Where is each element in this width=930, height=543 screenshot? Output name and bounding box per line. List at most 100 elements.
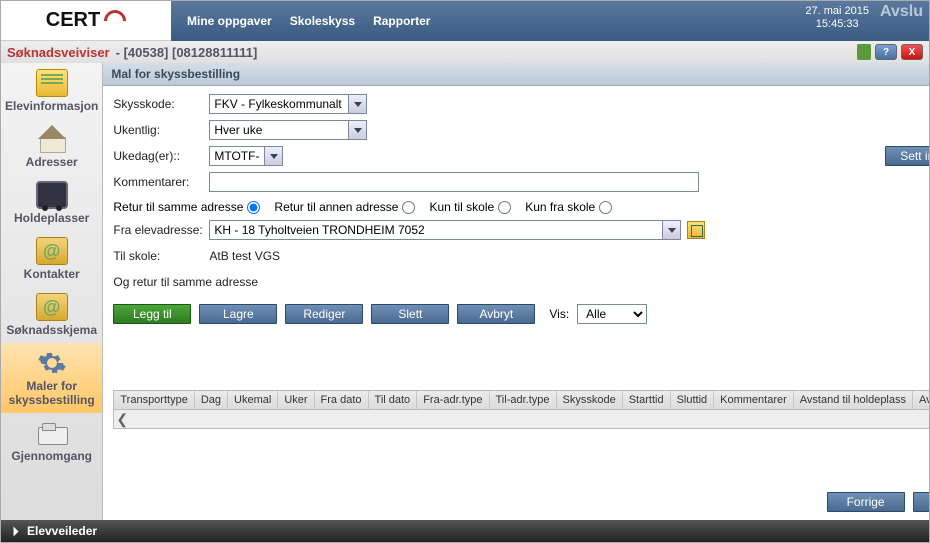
- bus-icon: [36, 181, 68, 209]
- main: Mal for skyssbestilling Skysskode: Ukent…: [103, 63, 930, 520]
- subbar: Søknadsveiviser - [40538] [08128811111] …: [1, 41, 929, 63]
- col-til-adr-type[interactable]: Til-adr.type: [490, 391, 557, 409]
- subbar-icons: ? X: [857, 44, 923, 60]
- ukedager-dropdown-icon[interactable]: [265, 146, 283, 166]
- radio-kun-til-input[interactable]: [498, 201, 511, 214]
- logo: CERT: [1, 1, 171, 41]
- sidebar-item-label: Maler for skyssbestilling: [5, 379, 98, 407]
- til-skole-value: AtB test VGS: [209, 249, 280, 263]
- radio-label: Retur til samme adresse: [113, 200, 243, 214]
- sett-inn-uke-button[interactable]: Sett inn uke: [885, 146, 930, 166]
- menu-skoleskyss[interactable]: Skoleskyss: [290, 14, 355, 28]
- forrige-button[interactable]: Forrige: [827, 492, 905, 512]
- lagre-button[interactable]: Lagre: [199, 304, 277, 324]
- avbryt-button[interactable]: Avbryt: [457, 304, 535, 324]
- help-button[interactable]: ?: [875, 44, 897, 60]
- sidebar-item-adresser[interactable]: Adresser: [1, 119, 102, 175]
- radio-retur-samme[interactable]: Retur til samme adresse: [113, 200, 260, 214]
- col-avstand-holdeplass[interactable]: Avstand til holdeplass: [794, 391, 913, 409]
- rediger-button[interactable]: Rediger: [285, 304, 363, 324]
- col-fra-adr-type[interactable]: Fra-adr.type: [417, 391, 489, 409]
- scroll-left-icon[interactable]: ❮: [116, 411, 128, 428]
- col-sluttid[interactable]: Sluttid: [671, 391, 715, 409]
- action-buttons: Legg til Lagre Rediger Slett Avbryt Vis:…: [113, 304, 930, 324]
- slett-button[interactable]: Slett: [371, 304, 449, 324]
- skysskode-input[interactable]: [209, 94, 349, 114]
- menu-mine-oppgaver[interactable]: Mine oppgaver: [187, 14, 272, 28]
- label-vis: Vis:: [549, 307, 569, 321]
- body: Elevinformasjon Adresser Holdeplasser @ …: [1, 63, 929, 520]
- sidebar-item-label: Holdeplasser: [5, 211, 98, 225]
- fra-elevadresse-input[interactable]: [209, 220, 663, 240]
- sidebar: Elevinformasjon Adresser Holdeplasser @ …: [1, 63, 103, 520]
- col-til-dato[interactable]: Til dato: [369, 391, 418, 409]
- sidebar-item-label: Søknadsskjema: [5, 323, 98, 337]
- time-text: 15:45:33: [805, 18, 869, 31]
- neste-button[interactable]: Neste: [913, 492, 930, 512]
- grid-header: Transporttype Dag Ukemal Uker Fra dato T…: [114, 391, 930, 410]
- sidebar-item-gjennomgang[interactable]: Gjennomgang: [1, 413, 102, 469]
- radio-kun-til[interactable]: Kun til skole: [429, 200, 511, 214]
- col-transporttype[interactable]: Transporttype: [114, 391, 194, 409]
- radio-kun-fra[interactable]: Kun fra skole: [525, 200, 612, 214]
- label-til-skole: Til skole:: [113, 249, 209, 263]
- radio-retur-samme-input[interactable]: [247, 201, 260, 214]
- expand-icon[interactable]: [14, 526, 19, 536]
- status-indicator-icon: [857, 44, 871, 60]
- ukedager-input[interactable]: [209, 146, 265, 166]
- grid-scrollbar[interactable]: ❮ ❯: [114, 410, 930, 428]
- bottom-label[interactable]: Elevveileder: [27, 524, 97, 538]
- contacts-icon: @: [36, 237, 68, 265]
- og-retur-text: Og retur til samme adresse: [113, 275, 258, 289]
- close-button[interactable]: X: [901, 44, 923, 60]
- sidebar-item-soknadsskjema[interactable]: @ Søknadsskjema: [1, 287, 102, 343]
- sidebar-item-label: Elevinformasjon: [5, 99, 98, 113]
- radio-kun-fra-input[interactable]: [599, 201, 612, 214]
- col-kommentarer[interactable]: Kommentarer: [714, 391, 794, 409]
- form-icon: @: [36, 293, 68, 321]
- date-text: 27. mai 2015: [805, 5, 869, 18]
- col-dag[interactable]: Dag: [195, 391, 228, 409]
- sidebar-item-holdeplasser[interactable]: Holdeplasser: [1, 175, 102, 231]
- kommentarer-input[interactable]: [209, 172, 699, 192]
- avslutt-label[interactable]: Avslu: [880, 3, 923, 21]
- radio-retur-annen[interactable]: Retur til annen adresse: [274, 200, 415, 214]
- ukentlig-input[interactable]: [209, 120, 349, 140]
- menu-rapporter[interactable]: Rapporter: [373, 14, 430, 28]
- logo-arc-icon: [100, 5, 131, 36]
- col-fra-dato[interactable]: Fra dato: [315, 391, 369, 409]
- label-kommentarer: Kommentarer:: [113, 175, 209, 189]
- house-icon: [36, 125, 68, 153]
- vis-select[interactable]: Alle: [577, 304, 647, 324]
- notes-icon: [36, 69, 68, 97]
- topbar: CERT Mine oppgaver Skoleskyss Rapporter …: [1, 1, 929, 41]
- legg-til-button[interactable]: Legg til: [113, 304, 191, 324]
- wizard-title: Søknadsveiviser: [7, 45, 110, 60]
- sidebar-item-elevinformasjon[interactable]: Elevinformasjon: [1, 63, 102, 119]
- sidebar-item-label: Adresser: [5, 155, 98, 169]
- sidebar-item-label: Gjennomgang: [5, 449, 98, 463]
- radio-label: Kun til skole: [429, 200, 494, 214]
- col-ukemal[interactable]: Ukemal: [228, 391, 278, 409]
- sidebar-item-maler[interactable]: Maler for skyssbestilling: [1, 343, 102, 413]
- label-fra-elevadresse: Fra elevadresse:: [113, 223, 209, 237]
- label-skysskode: Skysskode:: [113, 97, 209, 111]
- fra-elevadresse-dropdown-icon[interactable]: [663, 220, 681, 240]
- skysskode-dropdown-icon[interactable]: [349, 94, 367, 114]
- sidebar-item-label: Kontakter: [5, 267, 98, 281]
- panel-title: Mal for skyssbestilling: [103, 63, 930, 86]
- radio-label: Kun fra skole: [525, 200, 595, 214]
- wizard-id: - [40538] [08128811111]: [116, 45, 258, 60]
- col-avstand-skole[interactable]: Avstand til sk: [913, 391, 930, 409]
- label-ukentlig: Ukentlig:: [113, 123, 209, 137]
- label-ukedager: Ukedag(er)::: [113, 149, 209, 163]
- sidebar-item-kontakter[interactable]: @ Kontakter: [1, 231, 102, 287]
- col-skysskode[interactable]: Skysskode: [557, 391, 623, 409]
- radio-retur-annen-input[interactable]: [402, 201, 415, 214]
- col-starttid[interactable]: Starttid: [623, 391, 671, 409]
- bottom-bar: Elevveileder: [1, 520, 929, 542]
- map-icon[interactable]: [687, 221, 705, 239]
- col-uker[interactable]: Uker: [278, 391, 314, 409]
- folder-icon: [36, 419, 68, 447]
- ukentlig-dropdown-icon[interactable]: [349, 120, 367, 140]
